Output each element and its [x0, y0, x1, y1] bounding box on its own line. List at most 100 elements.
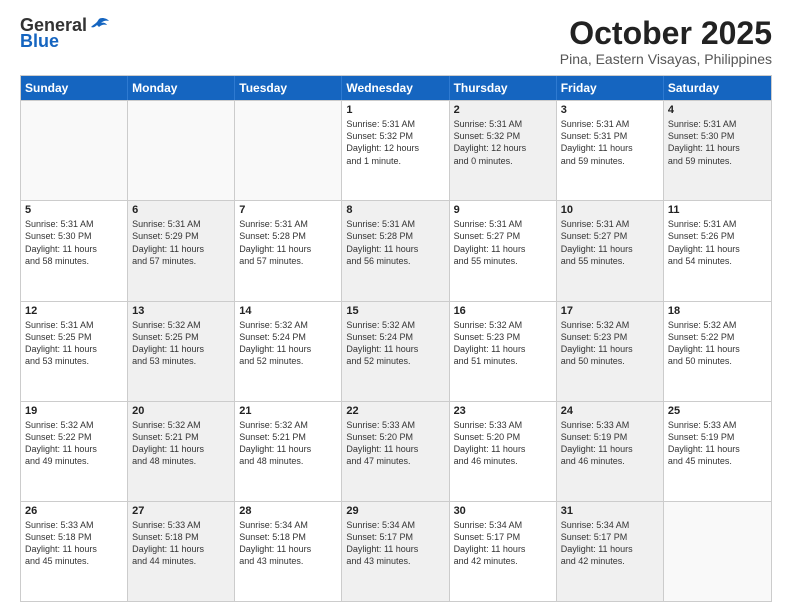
calendar-header-sunday: Sunday [21, 76, 128, 100]
logo-blue-text: Blue [20, 32, 59, 50]
day-number: 28 [239, 505, 337, 517]
calendar-cell: 21 Sunrise: 5:32 AM Sunset: 5:21 PM Dayli… [235, 402, 342, 501]
calendar-cell: 25 Sunrise: 5:33 AM Sunset: 5:19 PM Dayli… [664, 402, 771, 501]
cell-details: Sunrise: 5:31 AM Sunset: 5:30 PM Dayligh… [25, 218, 123, 267]
calendar-header-monday: Monday [128, 76, 235, 100]
cell-details: Sunrise: 5:34 AM Sunset: 5:17 PM Dayligh… [561, 519, 659, 568]
cell-details: Sunrise: 5:33 AM Sunset: 5:19 PM Dayligh… [668, 419, 767, 468]
cell-details: Sunrise: 5:34 AM Sunset: 5:17 PM Dayligh… [454, 519, 552, 568]
month-title: October 2025 [560, 16, 772, 51]
calendar-cell: 22Sunrise: 5:33 AM Sunset: 5:20 PM Dayli… [342, 402, 449, 501]
cell-details: Sunrise: 5:34 AM Sunset: 5:18 PM Dayligh… [239, 519, 337, 568]
cell-details: Sunrise: 5:31 AM Sunset: 5:27 PM Dayligh… [561, 218, 659, 267]
cell-details: Sunrise: 5:34 AM Sunset: 5:17 PM Dayligh… [346, 519, 444, 568]
day-number: 5 [25, 204, 123, 216]
calendar-header-thursday: Thursday [450, 76, 557, 100]
cell-details: Sunrise: 5:32 AM Sunset: 5:21 PM Dayligh… [132, 419, 230, 468]
header: General Blue October 2025 Pina, Eastern … [20, 16, 772, 67]
day-number: 7 [239, 204, 337, 216]
calendar-cell: 4Sunrise: 5:31 AM Sunset: 5:30 PM Daylig… [664, 101, 771, 200]
calendar-cell: 19Sunrise: 5:32 AM Sunset: 5:22 PM Dayli… [21, 402, 128, 501]
calendar-cell: 26 Sunrise: 5:33 AM Sunset: 5:18 PM Dayli… [21, 502, 128, 601]
calendar-header-friday: Friday [557, 76, 664, 100]
day-number: 25 [668, 405, 767, 417]
day-number: 10 [561, 204, 659, 216]
cell-details: Sunrise: 5:32 AM Sunset: 5:22 PM Dayligh… [25, 419, 123, 468]
calendar-cell: 29 Sunrise: 5:34 AM Sunset: 5:17 PM Dayli… [342, 502, 449, 601]
cell-details: Sunrise: 5:32 AM Sunset: 5:23 PM Dayligh… [454, 319, 552, 368]
day-number: 17 [561, 305, 659, 317]
calendar-row-4: 26 Sunrise: 5:33 AM Sunset: 5:18 PM Dayli… [21, 501, 771, 601]
day-number: 18 [668, 305, 767, 317]
cell-details: Sunrise: 5:32 AM Sunset: 5:21 PM Dayligh… [239, 419, 337, 468]
cell-details: Sunrise: 5:31 AM Sunset: 5:30 PM Dayligh… [668, 118, 767, 167]
cell-details: Sunrise: 5:31 AM Sunset: 5:32 PM Dayligh… [454, 118, 552, 167]
calendar-row-0: 1 Sunrise: 5:31 AM Sunset: 5:32 PM Daylig… [21, 100, 771, 200]
cell-details: Sunrise: 5:31 AM Sunset: 5:26 PM Dayligh… [668, 218, 767, 267]
day-number: 23 [454, 405, 552, 417]
cell-details: Sunrise: 5:32 AM Sunset: 5:22 PM Dayligh… [668, 319, 767, 368]
calendar-row-3: 19Sunrise: 5:32 AM Sunset: 5:22 PM Dayli… [21, 401, 771, 501]
day-number: 20 [132, 405, 230, 417]
cell-details: Sunrise: 5:33 AM Sunset: 5:18 PM Dayligh… [25, 519, 123, 568]
cell-details: Sunrise: 5:32 AM Sunset: 5:24 PM Dayligh… [239, 319, 337, 368]
calendar-cell: 18 Sunrise: 5:32 AM Sunset: 5:22 PM Dayli… [664, 302, 771, 401]
cell-details: Sunrise: 5:31 AM Sunset: 5:25 PM Dayligh… [25, 319, 123, 368]
calendar-cell [664, 502, 771, 601]
day-number: 29 [346, 505, 444, 517]
calendar-header-tuesday: Tuesday [235, 76, 342, 100]
day-number: 27 [132, 505, 230, 517]
day-number: 11 [668, 204, 767, 216]
day-number: 30 [454, 505, 552, 517]
calendar-cell: 28 Sunrise: 5:34 AM Sunset: 5:18 PM Dayli… [235, 502, 342, 601]
calendar-cell: 1Sunrise: 5:31 AM Sunset: 5:32 PM Daylig… [342, 101, 449, 200]
calendar-cell: 2 Sunrise: 5:31 AM Sunset: 5:32 PM Daylig… [450, 101, 557, 200]
day-number: 31 [561, 505, 659, 517]
day-number: 15 [346, 305, 444, 317]
calendar-cell: 10 Sunrise: 5:31 AM Sunset: 5:27 PM Dayli… [557, 201, 664, 300]
calendar-row-1: 5 Sunrise: 5:31 AM Sunset: 5:30 PM Daylig… [21, 200, 771, 300]
calendar-cell: 9Sunrise: 5:31 AM Sunset: 5:27 PM Daylig… [450, 201, 557, 300]
calendar-cell: 11 Sunrise: 5:31 AM Sunset: 5:26 PM Dayli… [664, 201, 771, 300]
title-block: October 2025 Pina, Eastern Visayas, Phil… [560, 16, 772, 67]
day-number: 3 [561, 104, 659, 116]
day-number: 26 [25, 505, 123, 517]
calendar-header-saturday: Saturday [664, 76, 771, 100]
calendar-cell: 5 Sunrise: 5:31 AM Sunset: 5:30 PM Daylig… [21, 201, 128, 300]
cell-details: Sunrise: 5:32 AM Sunset: 5:23 PM Dayligh… [561, 319, 659, 368]
day-number: 12 [25, 305, 123, 317]
logo: General Blue [20, 16, 109, 50]
calendar-cell [235, 101, 342, 200]
calendar-body: 1 Sunrise: 5:31 AM Sunset: 5:32 PM Daylig… [21, 100, 771, 601]
day-number: 22 [346, 405, 444, 417]
calendar-header: SundayMondayTuesdayWednesdayThursdayFrid… [21, 76, 771, 100]
calendar-cell [128, 101, 235, 200]
calendar-cell: 24Sunrise: 5:33 AM Sunset: 5:19 PM Dayli… [557, 402, 664, 501]
page: General Blue October 2025 Pina, Eastern … [0, 0, 792, 612]
location-text: Pina, Eastern Visayas, Philippines [560, 51, 772, 67]
cell-details: Sunrise: 5:31 AM Sunset: 5:28 PM Dayligh… [239, 218, 337, 267]
calendar-row-2: 12 Sunrise: 5:31 AM Sunset: 5:25 PM Dayli… [21, 301, 771, 401]
cell-details: Sunrise: 5:32 AM Sunset: 5:25 PM Dayligh… [132, 319, 230, 368]
day-number: 6 [132, 204, 230, 216]
calendar-cell: 30 Sunrise: 5:34 AM Sunset: 5:17 PM Dayli… [450, 502, 557, 601]
calendar-cell: 14 Sunrise: 5:32 AM Sunset: 5:24 PM Dayli… [235, 302, 342, 401]
calendar: SundayMondayTuesdayWednesdayThursdayFrid… [20, 75, 772, 602]
calendar-cell: 3 Sunrise: 5:31 AM Sunset: 5:31 PM Daylig… [557, 101, 664, 200]
calendar-cell: 13 Sunrise: 5:32 AM Sunset: 5:25 PM Dayli… [128, 302, 235, 401]
day-number: 14 [239, 305, 337, 317]
calendar-cell: 17 Sunrise: 5:32 AM Sunset: 5:23 PM Dayli… [557, 302, 664, 401]
calendar-cell: 31 Sunrise: 5:34 AM Sunset: 5:17 PM Dayli… [557, 502, 664, 601]
logo-bird-icon [89, 17, 109, 33]
cell-details: Sunrise: 5:31 AM Sunset: 5:28 PM Dayligh… [346, 218, 444, 267]
day-number: 21 [239, 405, 337, 417]
calendar-cell: 15 Sunrise: 5:32 AM Sunset: 5:24 PM Dayli… [342, 302, 449, 401]
calendar-cell: 7 Sunrise: 5:31 AM Sunset: 5:28 PM Daylig… [235, 201, 342, 300]
day-number: 1 [346, 104, 444, 116]
day-number: 13 [132, 305, 230, 317]
calendar-cell: 8Sunrise: 5:31 AM Sunset: 5:28 PM Daylig… [342, 201, 449, 300]
cell-details: Sunrise: 5:31 AM Sunset: 5:31 PM Dayligh… [561, 118, 659, 167]
cell-details: Sunrise: 5:33 AM Sunset: 5:20 PM Dayligh… [454, 419, 552, 468]
cell-details: Sunrise: 5:32 AM Sunset: 5:24 PM Dayligh… [346, 319, 444, 368]
day-number: 2 [454, 104, 552, 116]
